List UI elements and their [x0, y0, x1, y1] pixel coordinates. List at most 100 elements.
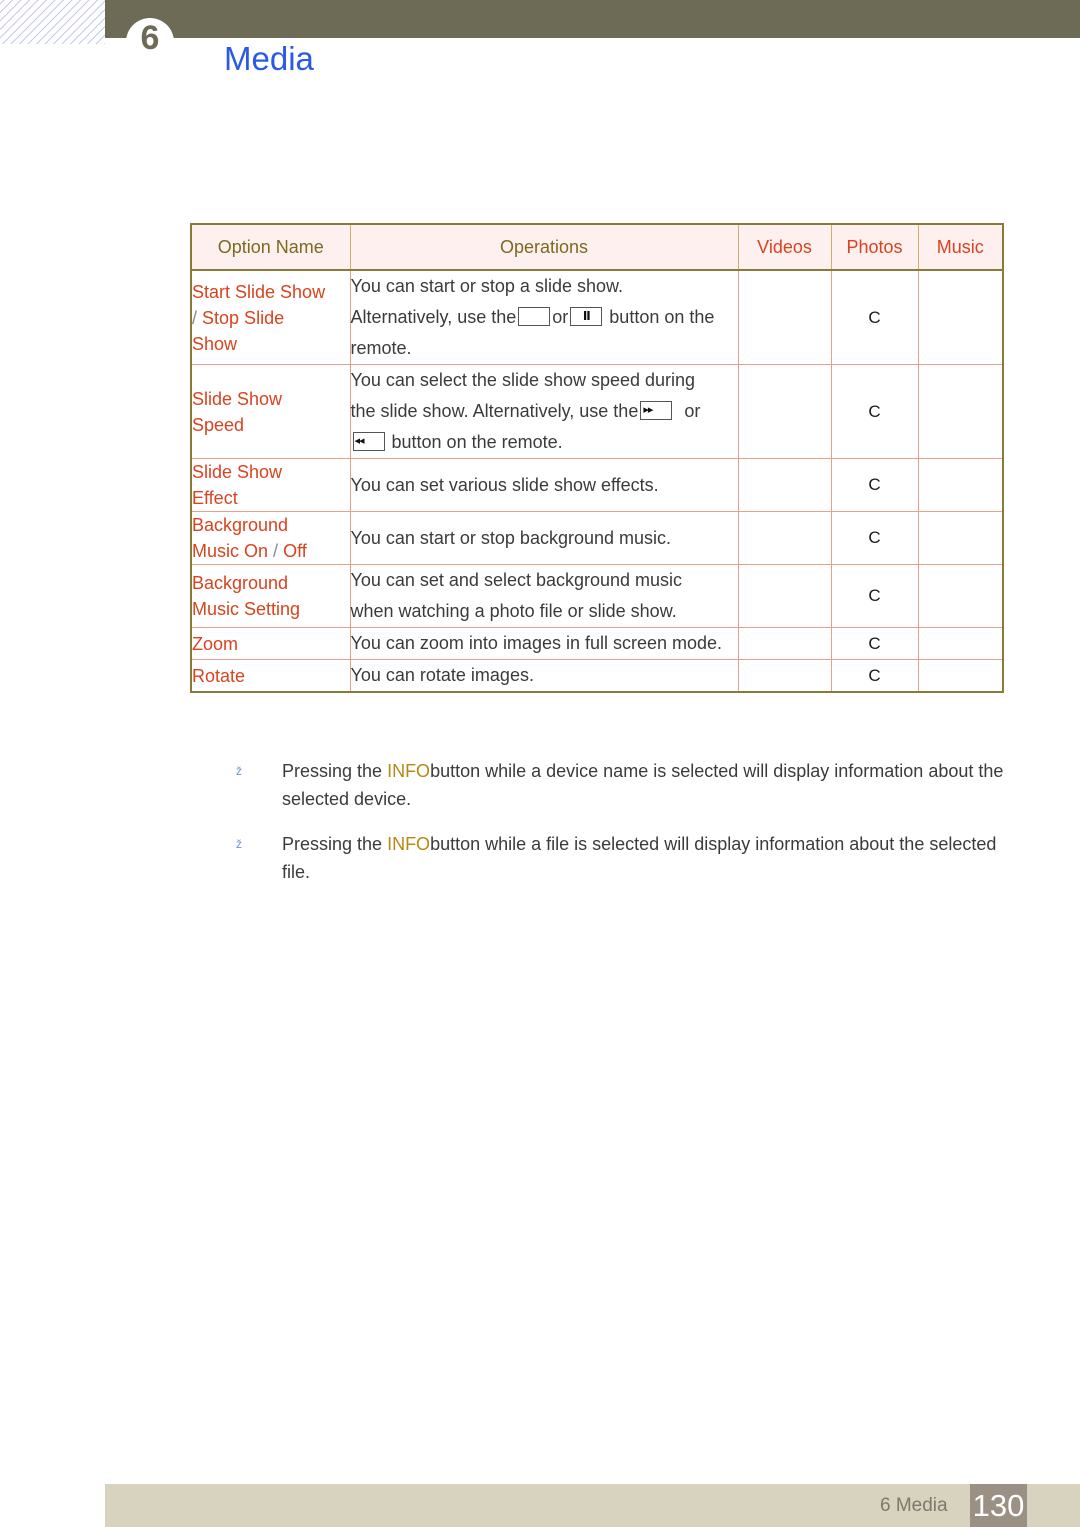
table-row: Zoom You can zoom into images in full sc… [190, 627, 1004, 660]
table-row: Start Slide Show / Stop Slide Show You c… [190, 269, 1004, 365]
photos-support-cell: C [830, 269, 919, 365]
table-row: Background Music On / Off You can start … [190, 511, 1004, 565]
music-support-cell [917, 458, 1004, 512]
operations-cell: You can select the slide show speed duri… [349, 364, 739, 459]
chapter-number-text: 6 [140, 19, 160, 57]
option-line-text: Music On [192, 541, 269, 561]
videos-support-cell [737, 458, 832, 512]
notes-list: ž Pressing the INFObutton while a device… [232, 757, 1007, 903]
remote-play-glyph [519, 308, 549, 325]
media-options-table: Option Name Operations Videos Photos Mus… [190, 223, 1004, 693]
operations-text: Alternatively, use the [350, 307, 517, 327]
column-header-photos: Photos [830, 223, 919, 271]
info-keyword: INFO [387, 761, 431, 781]
operations-text: or [684, 401, 701, 421]
music-support-cell [917, 269, 1004, 365]
operations-line: You can rotate images. [350, 665, 534, 685]
table-row: Slide Show Speed You can select the slid… [190, 364, 1004, 459]
chapter-number-badge: 6 [126, 18, 174, 66]
music-support-cell [917, 364, 1004, 459]
note-text: Pressing the INFObutton while a device n… [282, 757, 1007, 813]
remote-fast-forward-glyph: ▸▸ [643, 403, 653, 416]
page-title: Media [224, 40, 314, 77]
music-support-cell [917, 564, 1004, 628]
photos-support-cell: C [830, 627, 919, 660]
operations-text: or [552, 307, 569, 327]
operations-line: ◂◂ button on the remote. [351, 427, 738, 458]
remote-pause-key-icon: II [570, 307, 603, 326]
option-name-cell: Background Music Setting [190, 564, 351, 628]
option-name-cell: Slide Show Speed [190, 364, 351, 459]
column-header-music: Music [917, 223, 1004, 271]
option-line: Rotate [192, 665, 246, 686]
column-header-videos: Videos [737, 223, 832, 271]
option-line: Music Setting [192, 599, 301, 619]
operations-line: Alternatively, use the or II button on the [351, 302, 738, 333]
option-line: Start Slide Show [192, 281, 326, 302]
operations-line: You can set various slide show effects. [350, 474, 659, 495]
option-line: / Stop Slide [192, 305, 350, 331]
operations-line: You can start or stop background music. [350, 527, 672, 548]
note-bullet-icon: ž [236, 764, 242, 778]
page-number: 130 [972, 1488, 1025, 1523]
operations-cell: You can start or stop a slide show. Alte… [349, 269, 739, 365]
operations-text: the slide show. Alternatively, use the [350, 401, 639, 421]
videos-support-cell [737, 564, 832, 628]
operations-cell: You can rotate images. [349, 659, 739, 693]
operations-line: You can select the slide show speed duri… [350, 370, 696, 390]
operations-line: You can set and select background music [350, 570, 683, 590]
operations-line: You can start or stop a slide show. [350, 276, 624, 296]
option-line: Zoom [192, 633, 239, 654]
header-band [105, 0, 1080, 38]
option-line: Background [192, 573, 289, 593]
videos-support-cell [737, 659, 832, 693]
operations-cell: You can set and select background music … [349, 564, 739, 628]
option-name-cell: Rotate [190, 659, 351, 693]
operations-line: remote. [350, 338, 412, 358]
photos-support-cell: C [830, 458, 919, 512]
footer-chapter-label: 6 Media [880, 1495, 948, 1516]
photos-support-cell: C [830, 564, 919, 628]
videos-support-cell [737, 364, 832, 459]
remote-rewind-glyph: ◂◂ [354, 434, 365, 447]
table-row: Background Music Setting You can set and… [190, 564, 1004, 628]
option-line: Background [192, 515, 289, 535]
option-line: Speed [192, 414, 245, 435]
operations-cell: You can zoom into images in full screen … [349, 627, 739, 660]
list-item: ž Pressing the INFObutton while a device… [232, 757, 1007, 813]
option-line-text: Off [283, 541, 307, 561]
note-text-before: Pressing the [282, 834, 388, 854]
music-support-cell [917, 511, 1004, 565]
option-name-cell: Slide Show Effect [190, 458, 351, 512]
operations-cell: You can set various slide show effects. [349, 458, 739, 512]
column-header-operations: Operations [349, 223, 739, 271]
option-name-cell: Zoom [190, 627, 351, 660]
photos-support-cell: C [830, 659, 919, 693]
note-text-before: Pressing the [282, 761, 388, 781]
option-line: Slide Show [192, 462, 283, 482]
videos-support-cell [737, 511, 832, 565]
remote-rewind-key-icon: ◂◂ [352, 432, 385, 451]
info-keyword: INFO [387, 834, 431, 854]
option-line: Effect [192, 488, 238, 508]
remote-play-key-icon [518, 307, 551, 326]
footer-page-box: 130 [970, 1484, 1027, 1527]
operations-line: when watching a photo file or slide show… [350, 601, 677, 621]
videos-support-cell [737, 627, 832, 660]
option-separator: / [273, 541, 279, 561]
option-separator: / [192, 307, 198, 328]
videos-support-cell [737, 269, 832, 365]
note-text: Pressing the INFObutton while a file is … [282, 830, 1007, 886]
operations-cell: You can start or stop background music. [349, 511, 739, 565]
remote-pause-glyph: II [582, 309, 591, 323]
photos-support-cell: C [830, 511, 919, 565]
music-support-cell [917, 659, 1004, 693]
remote-fast-forward-key-icon: ▸▸ [640, 401, 673, 420]
footer-bar: 6 Media 130 [105, 1484, 1080, 1527]
note-bullet-icon: ž [236, 837, 242, 851]
photos-support-cell: C [830, 364, 919, 459]
option-line: Show [192, 333, 238, 354]
diagonal-hatch-decoration [0, 0, 105, 44]
operations-line: the slide show. Alternatively, use the ▸▸… [351, 396, 738, 427]
option-line: Music On / Off [192, 538, 350, 564]
